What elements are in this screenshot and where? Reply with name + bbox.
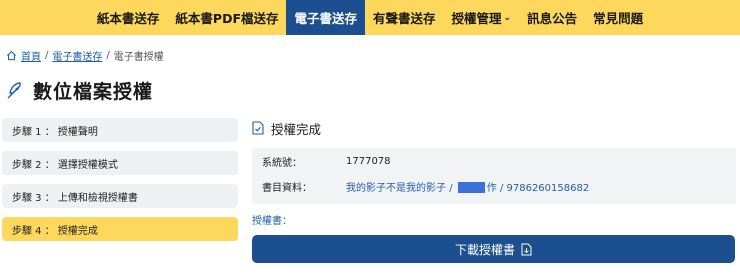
system-number-label: 系統號：: [262, 157, 302, 169]
separator: /: [499, 182, 504, 194]
nav-label: 紙本書送存: [96, 11, 160, 26]
nav-item-license-management[interactable]: 授權管理 ⌄: [444, 0, 520, 35]
step-label: 步驟 2 ： 選擇授權模式: [12, 159, 118, 171]
system-number-row: 系統號： 1777078: [262, 154, 391, 169]
nav-item-announcements[interactable]: 訊息公告: [519, 0, 585, 35]
home-icon: [6, 50, 17, 60]
nav-label: 訊息公告: [527, 11, 578, 26]
license-document-label: 授權書：: [252, 216, 292, 227]
page-header: 數位檔案授權: [5, 76, 153, 104]
chevron-down-icon: ⌄: [503, 12, 512, 23]
nav-label: 授權管理: [451, 11, 502, 26]
nav-item-print-pdf-deposit[interactable]: 紙本書PDF檔送存: [167, 0, 286, 35]
step-1-declaration[interactable]: 步驟 1 ： 授權聲明: [2, 118, 238, 142]
nav-label: 常見問題: [593, 11, 644, 26]
nav-label: 紙本書PDF檔送存: [175, 11, 279, 26]
breadcrumb-ebook-deposit-link[interactable]: 電子書送存: [52, 48, 102, 63]
nav-item-ebook-deposit[interactable]: 電子書送存: [286, 0, 365, 35]
page-title: 數位檔案授權: [33, 80, 154, 103]
book-info-row: 書目資料： 我的影子不是我的影子 / 作 / 9786260158682: [262, 179, 589, 194]
system-number-value: 1777078: [346, 155, 391, 167]
step-3-upload-review[interactable]: 步驟 3 ： 上傳和檢視授權書: [2, 184, 238, 208]
doc-check-icon: [252, 121, 264, 135]
step-4-complete[interactable]: 步驟 4 ： 授權完成: [2, 217, 238, 241]
step-2-select-mode[interactable]: 步驟 2 ： 選擇授權模式: [2, 151, 238, 175]
breadcrumb: 首頁 / 電子書送存 / 電子書授權: [6, 48, 164, 63]
breadcrumb-current: 電子書授權: [113, 51, 164, 63]
nav-item-audiobook-deposit[interactable]: 有聲書送存: [365, 0, 444, 35]
step-label: 步驟 1 ： 授權聲明: [12, 126, 98, 138]
step-label: 步驟 3 ： 上傳和檢視授權書: [12, 192, 138, 204]
nav-label: 有聲書送存: [373, 11, 436, 26]
bibliographic-info-box: 系統號： 1777078 書目資料： 我的影子不是我的影子 / 作 / 9786…: [252, 148, 736, 204]
step-list: 步驟 1 ： 授權聲明 步驟 2 ： 選擇授權模式 步驟 3 ： 上傳和檢視授權…: [2, 118, 238, 250]
breadcrumb-home-link[interactable]: 首頁: [21, 48, 41, 63]
nav-item-print-deposit[interactable]: 紙本書送存: [89, 0, 168, 35]
isbn-value: 9786260158682: [506, 182, 590, 194]
redacted-author: [457, 182, 485, 193]
section-header: 授權完成: [252, 119, 321, 137]
book-title-link[interactable]: 我的影子不是我的影子: [346, 183, 446, 194]
author-suffix: 作: [486, 182, 497, 194]
nav-item-faq[interactable]: 常見問題: [585, 0, 651, 35]
breadcrumb-separator: /: [45, 49, 49, 61]
top-nav: 紙本書送存 紙本書PDF檔送存 電子書送存 有聲書送存 授權管理 ⌄ 訊息公告 常…: [0, 0, 740, 35]
download-license-button[interactable]: 下載授權書: [252, 235, 735, 263]
book-info-label: 書目資料：: [262, 182, 312, 194]
section-title: 授權完成: [271, 121, 322, 137]
nav-label: 電子書送存: [294, 11, 357, 26]
book-info-value: 我的影子不是我的影子 / 作 / 9786260158682: [346, 179, 589, 194]
download-doc-icon: [521, 243, 532, 255]
separator: /: [449, 182, 453, 194]
download-button-label: 下載授權書: [454, 242, 515, 257]
breadcrumb-separator: /: [106, 49, 110, 61]
step-label: 步驟 4 ： 授權完成: [12, 225, 98, 237]
feather-icon: [7, 82, 21, 99]
